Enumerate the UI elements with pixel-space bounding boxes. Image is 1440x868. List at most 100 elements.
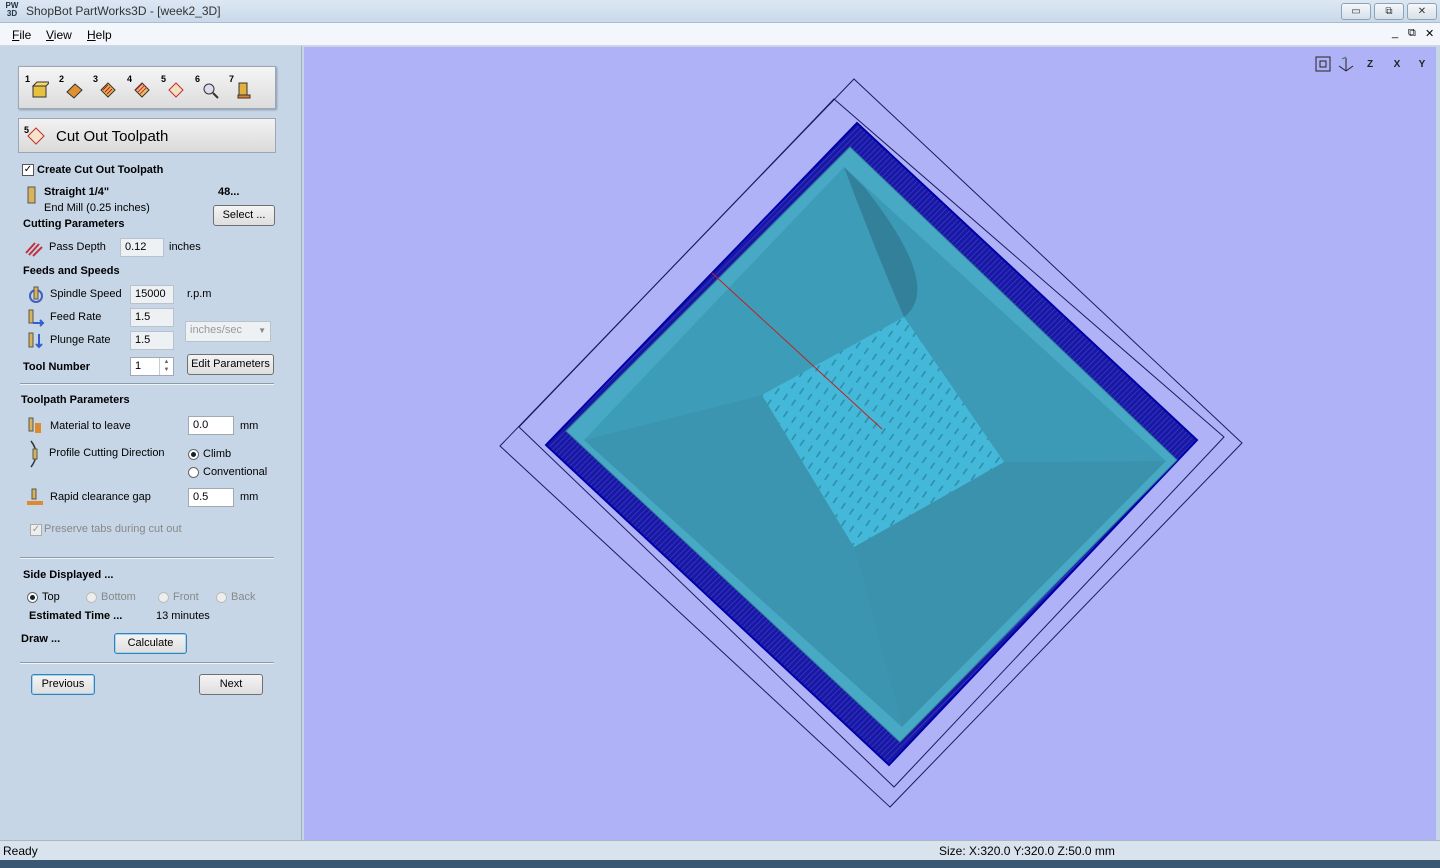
app-icon: PW 3D xyxy=(5,1,19,18)
chevron-down-icon: ▼ xyxy=(258,326,266,335)
close-button[interactable]: ✕ xyxy=(1407,3,1437,20)
roughing-toolpath-icon xyxy=(100,82,116,98)
preserve-tabs-checkbox[interactable]: ✓ xyxy=(30,524,42,536)
tool-number-value: 1 xyxy=(135,360,142,372)
step-3-button[interactable]: 3 xyxy=(93,74,119,102)
preserve-tabs-label: Preserve tabs during cut out xyxy=(44,523,182,535)
toolpath-parameters-heading: Toolpath Parameters xyxy=(21,394,130,406)
mdi-restore-button[interactable]: ⧉ xyxy=(1408,27,1416,40)
rapid-clearance-label: Rapid clearance gap xyxy=(50,491,151,503)
window-title: ShopBot PartWorks3D - [week2_3D] xyxy=(26,4,221,18)
step-number: 6 xyxy=(195,74,201,84)
divider xyxy=(20,662,274,664)
model-size-readout: Size: X:320.0 Y:320.0 Z:50.0 mm xyxy=(939,844,1115,858)
side-displayed-heading: Side Displayed ... xyxy=(23,569,114,581)
side-bottom-label: Bottom xyxy=(101,591,136,603)
draw-label: Draw ... xyxy=(21,633,61,645)
step-number: 4 xyxy=(127,74,133,84)
save-toolpath-icon xyxy=(237,82,251,99)
tool-number-display: 48... xyxy=(218,186,240,198)
restore-button[interactable]: ⧉ xyxy=(1374,3,1404,20)
calculate-button[interactable]: Calculate xyxy=(114,633,187,654)
spindle-speed-label: Spindle Speed xyxy=(50,288,122,300)
side-back-radio[interactable] xyxy=(216,592,227,603)
step-5-button[interactable]: 5 xyxy=(161,74,187,102)
step-number: 5 xyxy=(161,74,167,84)
climb-label: Climb xyxy=(203,448,232,460)
spin-arrows-icon[interactable]: ▲ ▼ xyxy=(159,358,173,375)
material-leave-unit: mm xyxy=(240,420,259,432)
menu-help-accel: H xyxy=(87,28,96,42)
cutting-parameters-heading: Cutting Parameters xyxy=(23,218,125,230)
tool-number-label: Tool Number xyxy=(23,361,91,373)
climb-radio[interactable] xyxy=(188,449,199,460)
cutting-direction-label: Profile Cutting Direction xyxy=(49,447,165,459)
step-7-button[interactable]: 7 xyxy=(229,74,255,102)
cut-out-toolpath-icon: 5 xyxy=(24,125,45,145)
cutting-direction-icon xyxy=(30,440,38,468)
taskbar xyxy=(0,860,1440,868)
feed-rate-input[interactable]: 1.5 xyxy=(130,308,174,327)
feed-rate-label: Feed Rate xyxy=(50,311,102,323)
step-number: 2 xyxy=(59,74,65,84)
rapid-clearance-input[interactable]: 0.5 xyxy=(188,488,234,507)
preview-icon xyxy=(203,83,219,99)
menu-view-accel: V xyxy=(46,28,54,42)
svg-text:5: 5 xyxy=(24,125,29,135)
menu-file-label: ile xyxy=(19,28,32,42)
tool-name: Straight 1/4" xyxy=(44,186,110,198)
pass-depth-icon xyxy=(25,242,43,257)
menu-view[interactable]: View xyxy=(46,28,72,42)
side-front-radio[interactable] xyxy=(158,592,169,603)
minimize-button[interactable]: ▭ xyxy=(1341,3,1371,20)
step-number: 7 xyxy=(229,74,235,84)
side-bottom-radio[interactable] xyxy=(86,592,97,603)
next-button[interactable]: Next xyxy=(199,674,263,695)
mdi-close-button[interactable]: ✕ xyxy=(1425,27,1434,40)
mdi-minimize-button[interactable]: _ xyxy=(1392,27,1398,39)
step-1-button[interactable]: 1 xyxy=(25,74,51,102)
finish-toolpath-icon xyxy=(134,82,150,98)
rapid-clearance-icon xyxy=(27,488,43,505)
menu-help-label: elp xyxy=(95,28,112,42)
cut-out-toolpath-icon xyxy=(168,82,184,98)
pass-depth-unit: inches xyxy=(169,241,201,253)
edit-parameters-button[interactable]: Edit Parameters xyxy=(187,354,274,375)
material-leave-input[interactable]: 0.0 xyxy=(188,416,234,435)
side-top-radio[interactable] xyxy=(27,592,38,603)
section-title: Cut Out Toolpath xyxy=(56,128,169,145)
side-back-label: Back xyxy=(231,591,256,603)
status-text: Ready xyxy=(3,844,38,858)
status-bar: Ready Size: X:320.0 Y:320.0 Z:50.0 mm xyxy=(0,840,1440,860)
select-tool-button[interactable]: Select ... xyxy=(213,205,275,226)
title-bar: PW 3D ShopBot PartWorks3D - [week2_3D] ▭… xyxy=(0,0,1440,23)
menu-bar: File View Help _ ⧉ ✕ xyxy=(0,23,1440,46)
3d-viewport[interactable]: Z X Y xyxy=(304,47,1436,840)
divider xyxy=(20,557,274,559)
step-number: 1 xyxy=(25,74,31,84)
estimated-time-label: Estimated Time ... xyxy=(29,610,123,622)
tool-number-stepper[interactable]: 1 ▲ ▼ xyxy=(130,357,174,376)
create-cutout-checkbox[interactable]: ✓ xyxy=(22,164,34,176)
model-render xyxy=(499,78,1243,808)
menu-file[interactable]: File xyxy=(12,28,31,42)
step-4-button[interactable]: 4 xyxy=(127,74,153,102)
rapid-clearance-unit: mm xyxy=(240,491,259,503)
plunge-rate-label: Plunge Rate xyxy=(50,334,111,346)
material-leave-label: Material to leave xyxy=(50,420,131,432)
menu-help[interactable]: Help xyxy=(87,28,112,42)
create-cutout-label: Create Cut Out Toolpath xyxy=(37,164,164,176)
plunge-rate-input[interactable]: 1.5 xyxy=(130,331,174,350)
import-model-icon xyxy=(31,81,49,98)
feeds-speeds-heading: Feeds and Speeds xyxy=(23,265,120,277)
conventional-radio[interactable] xyxy=(188,467,199,478)
rate-unit-select[interactable]: inches/sec ▼ xyxy=(185,321,271,342)
step-6-button[interactable]: 6 xyxy=(195,74,221,102)
tool-description: End Mill (0.25 inches) xyxy=(44,202,150,214)
side-front-label: Front xyxy=(173,591,199,603)
step-2-button[interactable]: 2 xyxy=(59,74,85,102)
pass-depth-input[interactable]: 0.12 xyxy=(120,238,164,257)
spindle-speed-input[interactable]: 15000 xyxy=(130,285,174,304)
spindle-speed-unit: r.p.m xyxy=(187,288,212,300)
previous-button[interactable]: Previous xyxy=(31,674,95,695)
